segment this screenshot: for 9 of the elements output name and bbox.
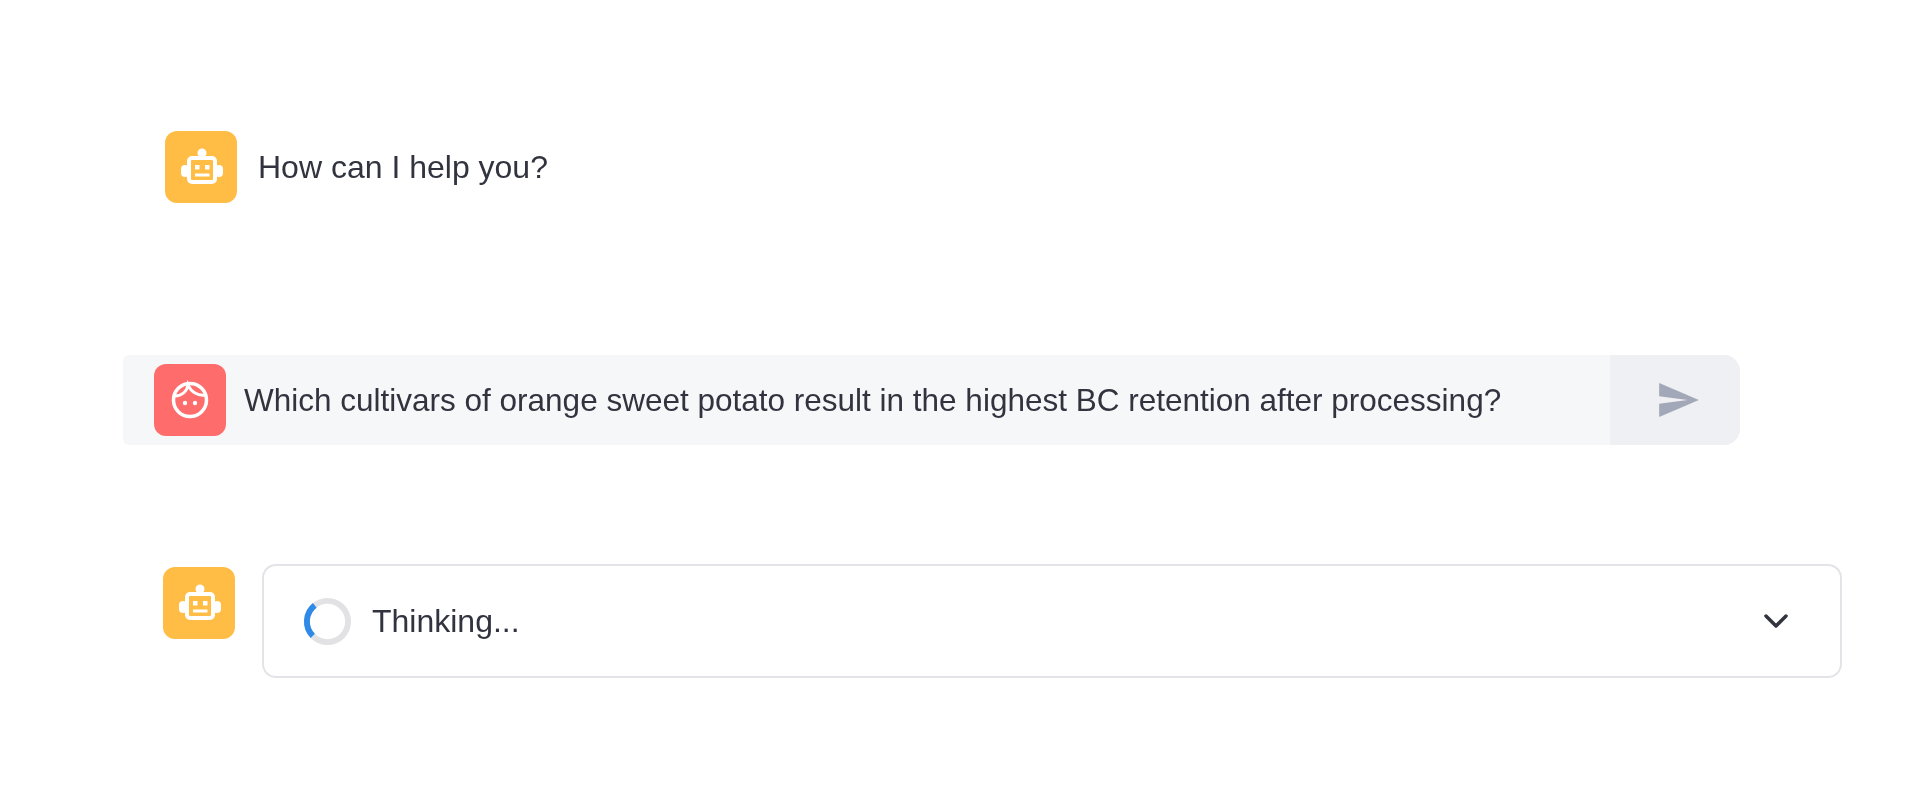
send-icon xyxy=(1659,383,1699,417)
robot-avatar-icon xyxy=(165,131,237,203)
message-text: How can I help you? xyxy=(258,148,548,187)
face-avatar-icon xyxy=(154,364,226,436)
message-text: Which cultivars of orange sweet potato result in the highest BC retention after processing? xyxy=(244,381,1502,420)
spinner-icon xyxy=(303,596,352,646)
robot-avatar-icon xyxy=(163,567,235,639)
send-button[interactable] xyxy=(1610,355,1740,445)
status-expander[interactable]: Thinking... xyxy=(262,564,1842,678)
